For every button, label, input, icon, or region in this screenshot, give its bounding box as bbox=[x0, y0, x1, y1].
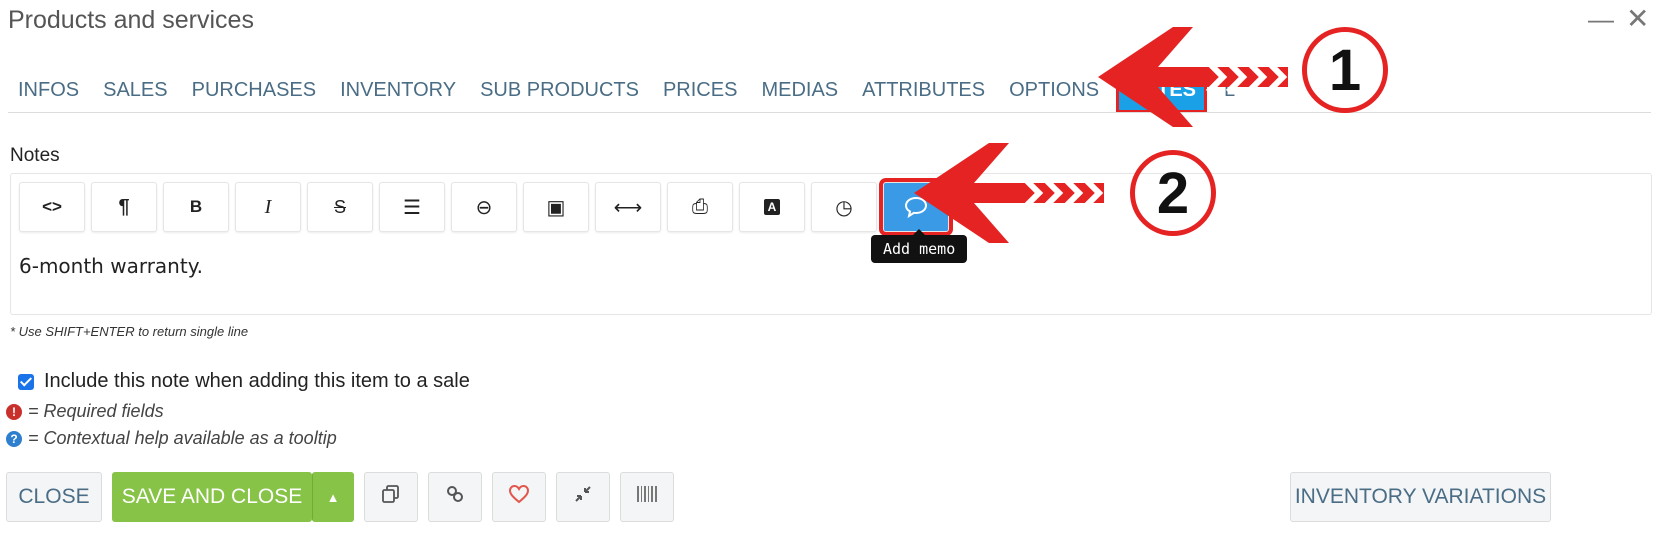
tab-divider bbox=[8, 112, 1651, 113]
footer-actions: CLOSE SAVE AND CLOSE ▲ bbox=[6, 472, 674, 522]
link-icon: ⊖ bbox=[475, 196, 493, 219]
tab-bar: INFOS SALES PURCHASES INVENTORY SUB PROD… bbox=[6, 68, 1659, 112]
tab-medias[interactable]: MEDIAS bbox=[749, 70, 850, 110]
tab-sub-products[interactable]: SUB PRODUCTS bbox=[468, 70, 651, 110]
tab-sales[interactable]: SALES bbox=[91, 70, 179, 110]
tab-options[interactable]: OPTIONS bbox=[997, 70, 1111, 110]
editor-toolbar: <> ¶ B I S ☰ ⊖ ▣ ⟷ ⎙ A ◷ bbox=[19, 182, 949, 232]
bold-button[interactable]: B bbox=[163, 182, 229, 232]
compress-icon bbox=[574, 485, 592, 509]
annotation-arrow-1 bbox=[1098, 27, 1288, 127]
help-icon: ? bbox=[6, 430, 22, 447]
strikethrough-icon: S bbox=[333, 196, 346, 217]
tab-prices[interactable]: PRICES bbox=[651, 70, 749, 110]
barcode-icon bbox=[636, 485, 658, 509]
print-icon: ⎙ bbox=[692, 195, 708, 218]
clock-button[interactable]: ◷ bbox=[811, 182, 877, 232]
window-title: Products and services bbox=[8, 6, 254, 34]
help-legend-text: = Contextual help available as a tooltip bbox=[28, 428, 337, 448]
italic-icon: I bbox=[264, 195, 272, 218]
include-note-label: Include this note when adding this item … bbox=[44, 370, 470, 392]
list-button[interactable]: ☰ bbox=[379, 182, 445, 232]
horizontal-rule-icon: ⟷ bbox=[613, 196, 643, 219]
tab-inventory[interactable]: INVENTORY bbox=[328, 70, 468, 110]
link-items-button[interactable] bbox=[428, 472, 482, 522]
save-options-dropdown[interactable]: ▲ bbox=[312, 472, 354, 522]
annotation-circle-1: 1 bbox=[1302, 27, 1388, 113]
minimize-icon[interactable]: — bbox=[1588, 4, 1614, 35]
list-icon: ☰ bbox=[403, 196, 421, 219]
save-and-close-button[interactable]: SAVE AND CLOSE bbox=[112, 472, 312, 522]
include-note-row: Include this note when adding this item … bbox=[18, 370, 470, 393]
duplicate-button[interactable] bbox=[364, 472, 418, 522]
paragraph-button[interactable]: ¶ bbox=[91, 182, 157, 232]
tab-purchases[interactable]: PURCHASES bbox=[180, 70, 328, 110]
strikethrough-button[interactable]: S bbox=[307, 182, 373, 232]
link-icon bbox=[445, 484, 465, 510]
notes-editor[interactable]: <> ¶ B I S ☰ ⊖ ▣ ⟷ ⎙ A ◷ 6-month warrant… bbox=[10, 173, 1652, 315]
clock-icon: ◷ bbox=[835, 196, 853, 219]
copy-icon bbox=[381, 484, 401, 510]
notes-content[interactable]: 6-month warranty. bbox=[19, 254, 203, 278]
tab-attributes[interactable]: ATTRIBUTES bbox=[850, 70, 997, 110]
notes-label: Notes bbox=[10, 145, 60, 166]
collapse-button[interactable] bbox=[556, 472, 610, 522]
caret-up-icon: ▲ bbox=[326, 489, 340, 505]
font-icon: A bbox=[764, 199, 780, 215]
paragraph-icon: ¶ bbox=[118, 195, 130, 218]
horizontal-rule-button[interactable]: ⟷ bbox=[595, 182, 661, 232]
required-legend-text: = Required fields bbox=[28, 401, 164, 421]
print-button[interactable]: ⎙ bbox=[667, 182, 733, 232]
barcode-button[interactable] bbox=[620, 472, 674, 522]
annotation-arrow-2 bbox=[914, 143, 1104, 243]
favorite-button[interactable] bbox=[492, 472, 546, 522]
required-legend: ! = Required fields bbox=[6, 401, 164, 422]
bold-icon: B bbox=[189, 197, 203, 216]
annotation-circle-2: 2 bbox=[1130, 150, 1216, 236]
include-note-checkbox[interactable] bbox=[18, 373, 34, 390]
tab-infos[interactable]: INFOS bbox=[6, 70, 91, 110]
inventory-variations-button[interactable]: INVENTORY VARIATIONS bbox=[1290, 472, 1551, 522]
image-icon: ▣ bbox=[546, 196, 566, 219]
link-button[interactable]: ⊖ bbox=[451, 182, 517, 232]
italic-button[interactable]: I bbox=[235, 182, 301, 232]
required-icon: ! bbox=[6, 403, 22, 420]
code-icon: <> bbox=[42, 197, 62, 216]
image-button[interactable]: ▣ bbox=[523, 182, 589, 232]
font-button[interactable]: A bbox=[739, 182, 805, 232]
help-legend: ? = Contextual help available as a toolt… bbox=[6, 428, 337, 449]
close-button[interactable]: CLOSE bbox=[6, 472, 102, 522]
shift-enter-hint: * Use SHIFT+ENTER to return single line bbox=[10, 324, 249, 339]
code-view-button[interactable]: <> bbox=[19, 182, 85, 232]
heart-icon bbox=[508, 484, 530, 510]
close-icon[interactable]: ✕ bbox=[1626, 2, 1649, 35]
